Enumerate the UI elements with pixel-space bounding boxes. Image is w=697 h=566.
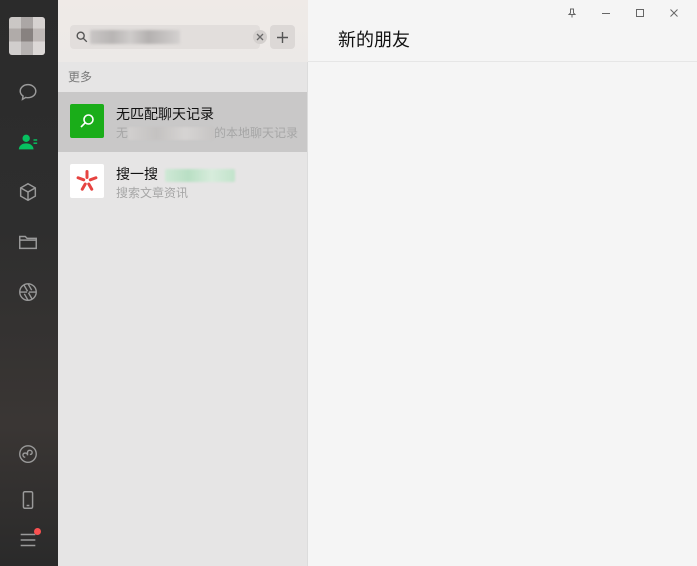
wechat-window: 更多 无匹配聊天记录 无 的本地聊天记录 搜一搜 搜索文章资讯 新的朋友 [0,0,697,566]
content-area: 新的朋友 [308,0,697,566]
search-panel: 更多 无匹配聊天记录 无 的本地聊天记录 搜一搜 搜索文章资讯 [58,0,308,566]
minimize-button[interactable] [589,3,623,23]
mini-program-icon[interactable] [14,440,42,468]
page-title: 新的朋友 [338,30,410,50]
avatar[interactable] [9,17,45,55]
window-controls [555,3,691,23]
result-sousou[interactable]: 搜一搜 搜索文章资讯 [58,152,307,212]
contacts-icon[interactable] [14,128,42,156]
search-bar-area [58,0,308,62]
redacted-text [128,127,215,141]
maximize-button[interactable] [623,3,657,23]
moments-icon[interactable] [14,278,42,306]
result-sub-prefix: 无 [116,126,129,140]
section-label: 更多 [68,70,93,84]
add-button[interactable] [270,25,295,49]
plus-icon [277,31,288,43]
folder-icon[interactable] [14,228,42,256]
result-sub-suffix: 的本地聊天记录 [214,126,299,140]
box-icon[interactable] [14,178,42,206]
minimize-icon [602,13,610,14]
notification-badge [34,528,41,535]
result-subtitle: 搜索文章资讯 [116,186,189,200]
close-icon [256,33,264,41]
search-icon [76,31,88,43]
clear-search-button[interactable] [253,30,267,44]
close-icon [670,9,678,17]
pin-button[interactable] [555,3,589,23]
result-subtitle: 无 的本地聊天记录 [116,124,298,141]
nav-rail [0,0,58,566]
content-header: 新的朋友 [308,0,697,62]
search-icon [80,114,94,128]
sousou-logo-icon [76,170,98,191]
result-title-text: 搜一搜 [116,166,158,182]
result-title: 无匹配聊天记录 [116,106,214,122]
sousou-icon [70,164,104,198]
result-title: 搜一搜 [116,164,235,184]
pin-icon [567,8,577,18]
phone-icon[interactable] [14,486,42,514]
search-input[interactable] [90,29,230,45]
close-button[interactable] [657,3,691,23]
maximize-icon [636,9,644,17]
result-chat-records[interactable]: 无匹配聊天记录 无 的本地聊天记录 [58,92,307,152]
chat-icon[interactable] [14,78,42,106]
redacted-text [164,168,235,182]
search-result-icon [70,104,104,138]
search-box[interactable] [70,25,267,49]
